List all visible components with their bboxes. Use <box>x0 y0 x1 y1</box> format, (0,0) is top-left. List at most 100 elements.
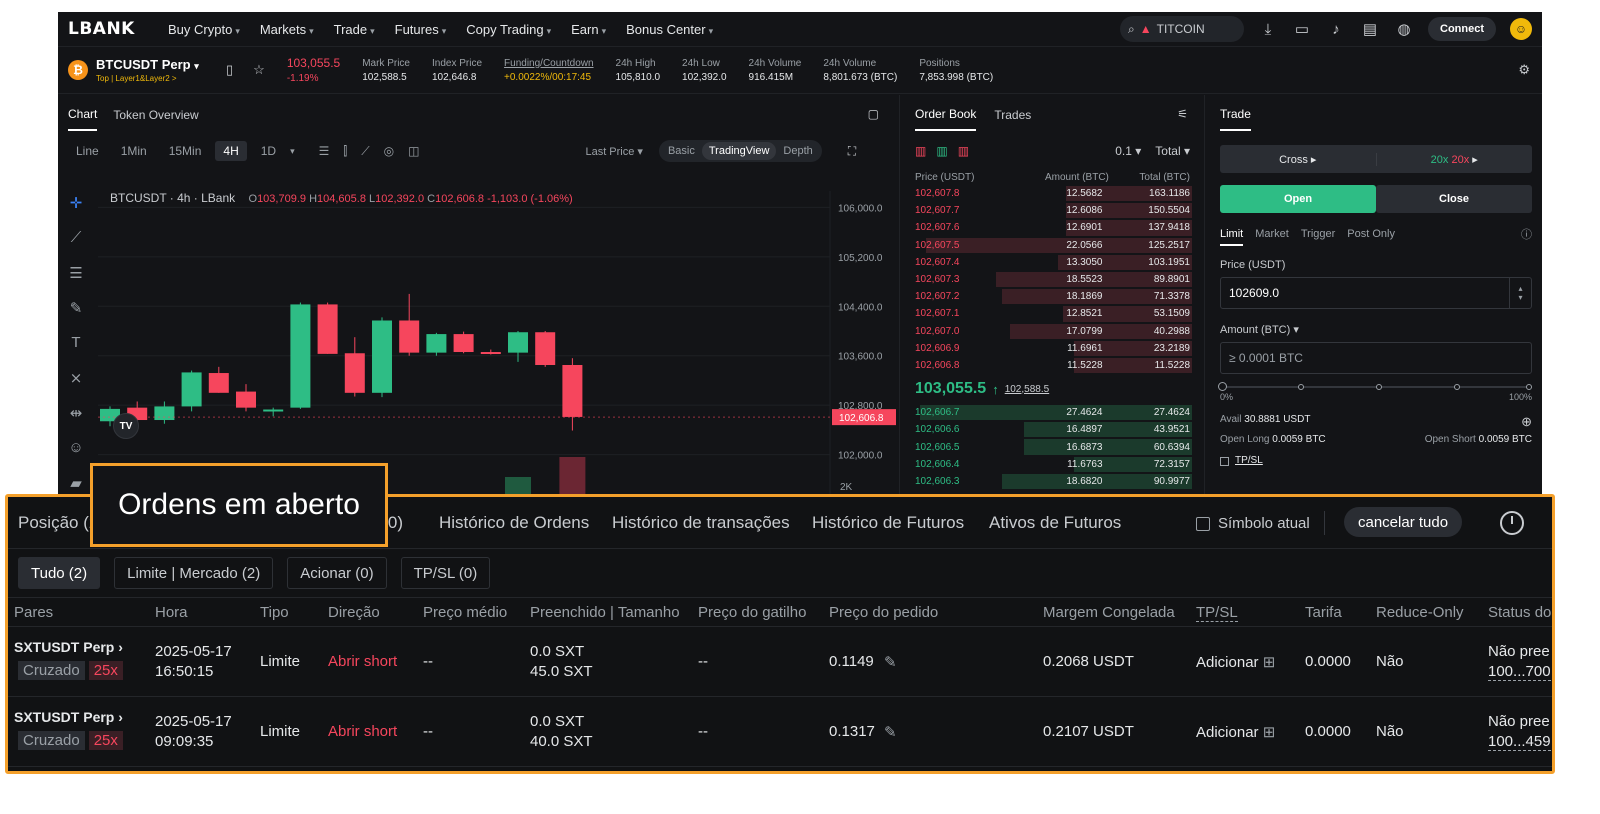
current-symbol-checkbox[interactable] <box>1196 516 1210 531</box>
ask-row[interactable]: 102,607.6 12.6901 137.9418 <box>901 219 1204 236</box>
precision-select[interactable]: 0.1 ▾ <box>1115 144 1141 158</box>
ask-row[interactable]: 102,607.0 17.0799 40.2988 <box>901 323 1204 340</box>
amount-slider[interactable] <box>1218 382 1532 391</box>
amount-label[interactable]: Amount (BTC) ▾ <box>1220 323 1532 336</box>
wallet-icon[interactable]: ▭ <box>1292 19 1312 39</box>
cross-mode-button[interactable]: Cross ▸ <box>1220 153 1376 166</box>
lbank-logo[interactable]: LBANK <box>68 19 168 39</box>
crosshair-icon[interactable]: ✛ <box>58 185 94 220</box>
avatar[interactable]: ☺ <box>1510 18 1532 40</box>
ask-row[interactable]: 102,607.4 13.3050 103.1951 <box>901 254 1204 271</box>
bell-icon[interactable]: ♪ <box>1326 19 1346 39</box>
orders-icon[interactable]: ▤ <box>1360 19 1380 39</box>
tab-futures-assets[interactable]: Ativos de Futuros <box>989 513 1121 533</box>
pattern-icon[interactable]: ⨯ <box>58 360 94 395</box>
price-input[interactable]: 102609.0 ▴ ▾ <box>1220 277 1532 309</box>
view-depth[interactable]: Depth <box>776 142 819 160</box>
order-type-limit[interactable]: Limit <box>1220 228 1244 246</box>
orderbook-settings-icon[interactable]: ⚟ <box>1177 107 1188 121</box>
horizontal-lines-icon[interactable]: ☰ <box>58 255 94 290</box>
nav-bonus-center[interactable]: Bonus Center ▾ <box>626 22 713 37</box>
ask-row[interactable]: 102,606.9 11.6961 23.2189 <box>901 340 1204 357</box>
pair-link[interactable]: SXTUSDT Perp › <box>14 639 123 655</box>
timeframe-15min[interactable]: 15Min <box>161 141 210 161</box>
timeframe-line[interactable]: Line <box>68 141 107 161</box>
chevron-down-icon[interactable]: ▾ <box>290 146 295 157</box>
order-type-market[interactable]: Market <box>1255 228 1289 240</box>
tpsl-checkbox[interactable]: TP/SL <box>1220 455 1532 466</box>
order-type-trigger[interactable]: Trigger <box>1301 228 1335 240</box>
text-icon[interactable]: T <box>58 325 94 360</box>
order-type-post-only[interactable]: Post Only <box>1347 228 1395 240</box>
stat-funding[interactable]: Funding/Countdown +0.0022%/00:17:45 <box>504 58 594 83</box>
nav-copy-trading[interactable]: Copy Trading ▾ <box>466 22 551 37</box>
add-tpsl-link[interactable]: Adicionar ⊞ <box>1196 723 1275 741</box>
add-funds-icon[interactable]: ⊕ <box>1521 414 1532 430</box>
ask-row[interactable]: 102,607.3 18.5523 89.8901 <box>901 271 1204 288</box>
bid-row[interactable]: 102,606.5 16.6873 60.6394 <box>901 438 1204 455</box>
timeframe-1min[interactable]: 1Min <box>113 141 155 161</box>
tab-trades[interactable]: Trades <box>994 108 1031 122</box>
filter-limit-market[interactable]: Limite | Mercado (2) <box>114 557 274 589</box>
view-basic[interactable]: Basic <box>661 142 702 160</box>
help-icon[interactable]: ⓘ <box>1521 226 1532 242</box>
ask-row[interactable]: 102,607.5 22.0566 125.2517 <box>901 237 1204 254</box>
bid-row[interactable]: 102,606.3 18.6820 90.9977 <box>901 473 1204 490</box>
tab-order-book[interactable]: Order Book <box>915 107 977 131</box>
tab-positions[interactable]: Posição (2 <box>18 513 98 533</box>
filter-trigger[interactable]: Acionar (0) <box>287 557 387 589</box>
last-price-select[interactable]: Last Price ▾ <box>585 145 643 158</box>
view-both-icon[interactable]: ▥ <box>915 144 926 158</box>
nav-futures[interactable]: Futures ▾ <box>395 22 447 37</box>
leverage-button[interactable]: 20x 20x ▸ <box>1375 152 1533 166</box>
bid-row[interactable]: 102,606.4 11.6763 72.3157 <box>901 456 1204 473</box>
tab-chart[interactable]: Chart <box>68 107 98 131</box>
star-icon[interactable]: ☆ <box>253 62 265 78</box>
filter-tpsl[interactable]: TP/SL (0) <box>400 557 491 589</box>
ask-row[interactable]: 102,606.8 11.5228 11.5228 <box>901 357 1204 374</box>
ask-row[interactable]: 102,607.1 12.8521 53.1509 <box>901 305 1204 322</box>
bid-row[interactable]: 102,606.6 16.4897 43.9521 <box>901 421 1204 438</box>
book-icon[interactable]: ▯ <box>226 62 233 78</box>
tab-order-history[interactable]: Histórico de Ordens <box>439 513 589 533</box>
nav-earn[interactable]: Earn ▾ <box>571 22 606 37</box>
add-tpsl-link[interactable]: Adicionar ⊞ <box>1196 653 1275 671</box>
expand-panel-icon[interactable]: ▢ <box>868 107 879 121</box>
history-clock-icon[interactable] <box>1500 511 1524 535</box>
pair-tags[interactable]: Top | Layer1&Layer2 > <box>96 74 216 83</box>
download-icon[interactable]: ⤓ <box>1258 19 1278 39</box>
timeframe-1d[interactable]: 1D <box>253 141 284 161</box>
ask-row[interactable]: 102,607.8 12.5682 163.1186 <box>901 185 1204 202</box>
measure-icon[interactable]: ⇹ <box>58 395 94 430</box>
bid-row[interactable]: 102,606.7 27.4624 27.4624 <box>901 404 1204 421</box>
total-select[interactable]: Total ▾ <box>1155 144 1190 158</box>
fullscreen-icon[interactable]: ⛶ <box>848 144 856 159</box>
amount-input[interactable]: ≥ 0.0001 BTC <box>1220 342 1532 374</box>
brush-icon[interactable]: ✎ <box>58 290 94 325</box>
globe-icon[interactable]: ◍ <box>1394 19 1414 39</box>
slider-handle[interactable] <box>1218 382 1227 391</box>
tpsl-check[interactable] <box>1220 457 1229 466</box>
pair-selector[interactable]: BTCUSDT Perp ▾ Top | Layer1&Layer2 > <box>96 57 216 83</box>
indicators-icon[interactable]: ⟋ <box>361 144 369 159</box>
view-bids-icon[interactable]: ▥ <box>936 144 947 158</box>
price-stepper[interactable]: ▴ ▾ <box>1509 278 1531 308</box>
open-button[interactable]: Open <box>1220 185 1376 213</box>
pair-link[interactable]: SXTUSDT Perp › <box>14 709 123 725</box>
filter-all[interactable]: Tudo (2) <box>18 557 101 589</box>
view-asks-icon[interactable]: ▥ <box>958 144 969 158</box>
chart-settings-icon[interactable]: ◎ <box>384 144 394 158</box>
tab-token-overview[interactable]: Token Overview <box>113 108 198 122</box>
emoji-icon[interactable]: ☺ <box>58 430 94 465</box>
indicator-settings-icon[interactable]: ☰ <box>319 144 330 158</box>
connect-button[interactable]: Connect <box>1428 17 1496 41</box>
nav-buy-crypto[interactable]: Buy Crypto ▾ <box>168 22 240 37</box>
edit-icon[interactable]: ✎ <box>884 653 897 671</box>
timeframe-4h[interactable]: 4H <box>215 141 247 161</box>
settings-icon[interactable]: ⚙ <box>1518 62 1530 78</box>
tradingview-logo[interactable]: TV <box>113 413 139 439</box>
current-symbol-filter[interactable]: Símbolo atual <box>1196 515 1310 532</box>
trendline-icon[interactable]: ⟋ <box>58 220 94 255</box>
edit-icon[interactable]: ✎ <box>884 723 897 741</box>
ask-row[interactable]: 102,607.2 18.1869 71.3378 <box>901 288 1204 305</box>
